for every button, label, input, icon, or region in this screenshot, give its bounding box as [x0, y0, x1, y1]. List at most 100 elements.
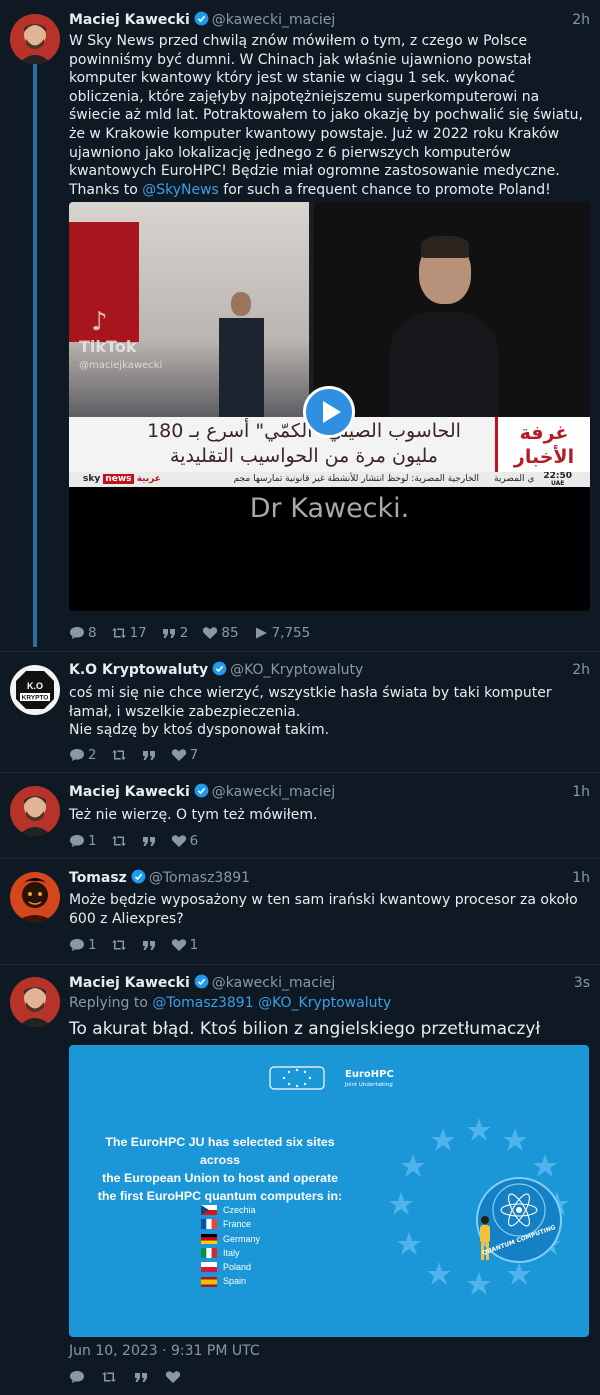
- host-figure: [219, 292, 264, 417]
- play-views-icon: [255, 627, 267, 639]
- quote-icon: [142, 837, 155, 846]
- author-name[interactable]: Tomasz: [69, 870, 127, 886]
- quote-button[interactable]: [133, 1368, 149, 1386]
- like-button[interactable]: [165, 1368, 181, 1386]
- tweet-text-part: W Sky News przed chwilą znów mówiłem o t…: [69, 33, 583, 198]
- video-player[interactable]: ♪ TikTok @maciejkawecki الحاسوب الصيني "…: [69, 202, 590, 611]
- like-button[interactable]: 85: [202, 624, 239, 642]
- avatar[interactable]: [10, 977, 60, 1027]
- retweet-icon: [111, 940, 126, 950]
- reply-count: 1: [88, 937, 97, 953]
- retweet-button[interactable]: 17: [111, 624, 147, 642]
- like-button[interactable]: 1: [171, 936, 198, 954]
- comment-icon: [70, 1371, 84, 1383]
- author-name[interactable]: Maciej Kawecki: [69, 12, 190, 28]
- heart-icon: [165, 1371, 181, 1383]
- poland-flag-icon: [201, 1262, 217, 1273]
- tweet-text: To akurat błąd. Ktoś bilion z angielskie…: [69, 1019, 541, 1039]
- reply-button[interactable]: 1: [69, 936, 97, 954]
- tweet-time[interactable]: 1h: [572, 782, 590, 802]
- author-name[interactable]: K.O Kryptowaluty: [69, 662, 208, 678]
- tweet-stats: 2 7: [69, 746, 198, 764]
- country-item: Poland: [201, 1260, 260, 1274]
- tweet-text-part: for such a frequent chance to promote Po…: [218, 181, 551, 198]
- quote-icon: [135, 1373, 147, 1382]
- avatar-image: [10, 977, 60, 1027]
- avatar[interactable]: [10, 786, 60, 836]
- tweet-stats: 1 6: [69, 832, 198, 850]
- channel-name: غرفة الأخبار: [513, 422, 575, 468]
- author-handle[interactable]: @kawecki_maciej: [212, 975, 336, 991]
- attached-image[interactable]: EuroHPC Joint Undertaking The EuroHPC JU…: [69, 1045, 589, 1337]
- tweet-stats: [69, 1368, 181, 1386]
- comment-icon: [70, 939, 84, 951]
- reply-tweet[interactable]: Tomasz @Tomasz3891 1h Może będzie wyposaż…: [0, 859, 600, 964]
- avatar-image: [10, 14, 60, 64]
- tweet-time[interactable]: 3s: [574, 973, 590, 993]
- italy-flag-icon: [201, 1248, 217, 1259]
- country-item: Spain: [201, 1274, 260, 1288]
- author-name[interactable]: Maciej Kawecki: [69, 784, 190, 800]
- mention-link[interactable]: @SkyNews: [142, 182, 219, 198]
- reply-tweet[interactable]: Maciej Kawecki @kawecki_maciej 1h Też nie…: [0, 773, 600, 858]
- tweet-stats: 1 1: [69, 936, 198, 954]
- like-count: 6: [189, 833, 199, 849]
- play-button[interactable]: [303, 386, 355, 438]
- author-handle[interactable]: @KO_Kryptowaluty: [230, 662, 363, 678]
- replying-to: Replying to @Tomasz3891 @KO_Kryptowaluty: [69, 993, 391, 1013]
- quote-button[interactable]: 2: [161, 624, 188, 642]
- author-handle[interactable]: @Tomasz3891: [149, 870, 250, 886]
- retweet-button[interactable]: [111, 936, 127, 954]
- spain-flag-icon: [201, 1276, 217, 1287]
- reply-to-link[interactable]: @Tomasz3891: [152, 995, 253, 1011]
- germany-flag-icon: [201, 1233, 217, 1244]
- reply-count: 2: [88, 747, 97, 763]
- tweet-date[interactable]: Jun 10, 2023 · 9:31 PM UTC: [69, 1341, 260, 1361]
- play-icon: [323, 401, 341, 423]
- tweet-main[interactable]: Maciej Kawecki @kawecki_maciej 2h W Sky N…: [0, 0, 600, 650]
- retweet-button[interactable]: [111, 832, 127, 850]
- like-button[interactable]: 6: [171, 832, 199, 850]
- video-caption: Dr Kawecki.: [249, 493, 410, 524]
- author-handle[interactable]: @kawecki_maciej: [212, 12, 336, 28]
- quote-icon: [142, 941, 155, 950]
- reply-button[interactable]: 2: [69, 746, 97, 764]
- author-name[interactable]: Maciej Kawecki: [69, 975, 190, 991]
- retweet-icon: [102, 1372, 116, 1382]
- tweet-time[interactable]: 1h: [572, 868, 590, 888]
- reply-to-link[interactable]: @KO_Kryptowaluty: [258, 995, 391, 1011]
- quote-icon: [142, 751, 155, 760]
- author-handle[interactable]: @kawecki_maciej: [212, 784, 336, 800]
- country-name: Germany: [223, 1233, 261, 1244]
- avatar-image: [10, 872, 60, 922]
- country-name: France: [223, 1219, 252, 1230]
- verified-icon: [212, 661, 227, 676]
- like-button[interactable]: 7: [171, 746, 199, 764]
- reply-button[interactable]: [69, 1368, 85, 1386]
- tiktok-label: TikTok: [79, 337, 137, 356]
- verified-icon: [194, 783, 209, 798]
- tweet-time[interactable]: 2h: [572, 660, 590, 680]
- quote-button[interactable]: [141, 936, 157, 954]
- reply-button[interactable]: 8: [69, 624, 97, 642]
- tweet-time[interactable]: 2h: [572, 10, 590, 30]
- avatar[interactable]: [10, 14, 60, 64]
- quote-button[interactable]: [141, 832, 157, 850]
- verified-icon: [194, 974, 209, 989]
- like-count: 7: [189, 747, 199, 763]
- reply-button[interactable]: 1: [69, 832, 97, 850]
- heart-icon: [171, 749, 186, 761]
- focused-tweet[interactable]: Maciej Kawecki @kawecki_maciej 3s Replyin…: [0, 965, 600, 1395]
- ticker-clock: 22:50 UAE: [543, 472, 572, 487]
- retweet-button[interactable]: [101, 1368, 117, 1386]
- retweet-button[interactable]: [111, 746, 127, 764]
- france-flag-icon: [201, 1219, 217, 1230]
- avatar[interactable]: [10, 872, 60, 922]
- avatar[interactable]: K.O KRYPTO: [10, 665, 60, 715]
- avatar-image: [10, 786, 60, 836]
- guest-figure: [389, 236, 499, 417]
- quote-button[interactable]: [141, 746, 157, 764]
- clock-zone: UAE: [550, 480, 565, 487]
- headline-line-1: الحاسوب الصيني "الكمّي" أسرع بـ 180: [147, 420, 461, 442]
- reply-tweet[interactable]: K.O KRYPTO K.O Kryptowaluty @KO_Kryptowal…: [0, 652, 600, 772]
